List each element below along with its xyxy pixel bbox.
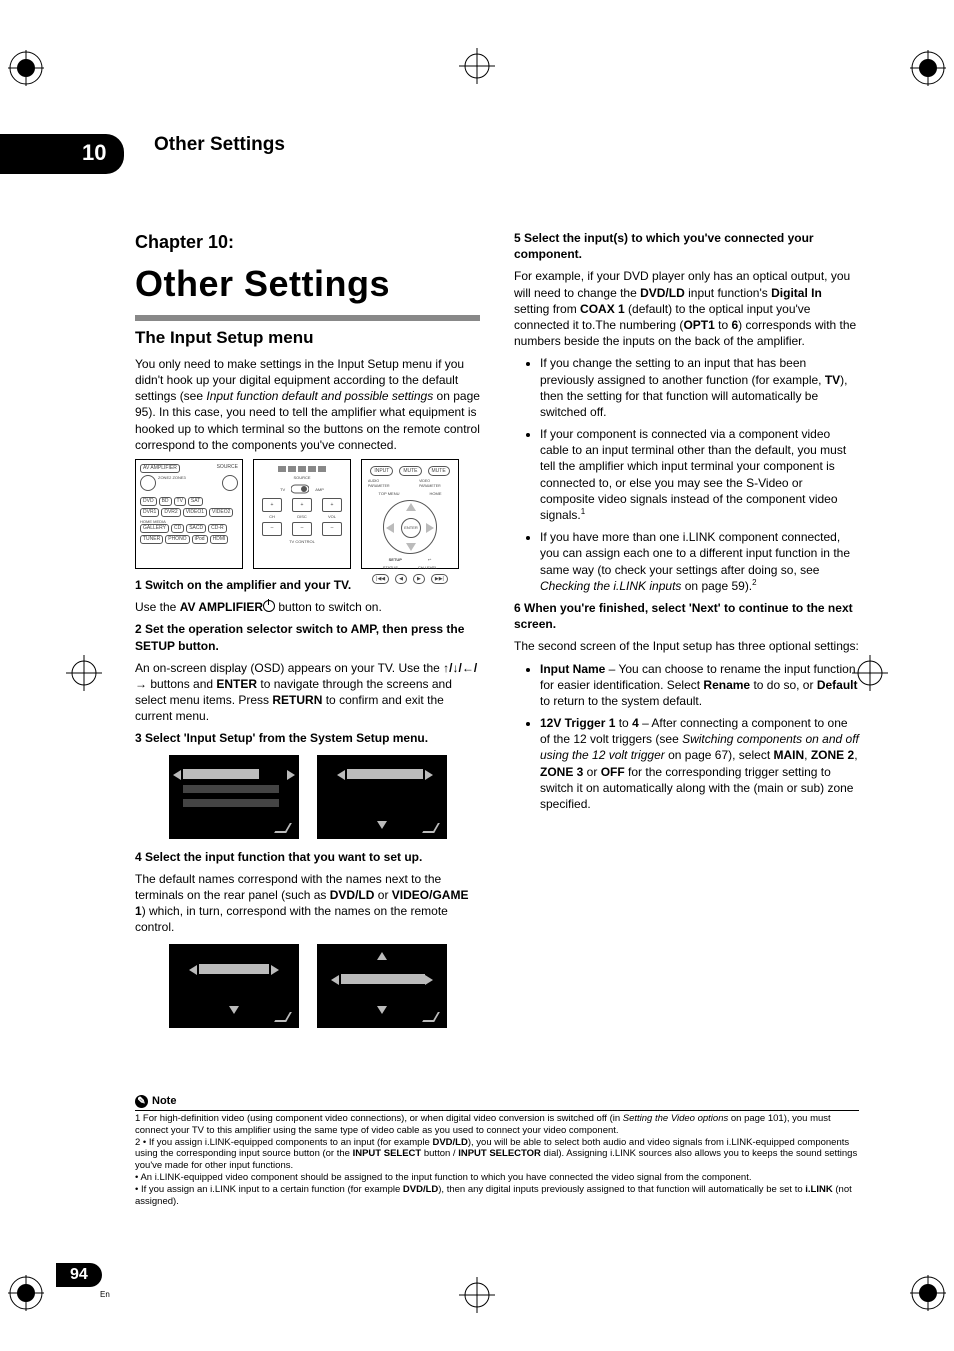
section-rule [135, 315, 480, 321]
chapter-number-tab: 10 [0, 134, 124, 174]
step-2-heading: 2 Set the operation selector switch to A… [135, 621, 480, 653]
header-row: Other Settings [140, 134, 884, 156]
selector-switch-icon [291, 483, 309, 495]
page: 10 Other Settings Chapter 10: Other Sett… [0, 0, 954, 1351]
list-item: 12V Trigger 1 to 4 – After connecting a … [540, 715, 859, 812]
remote-diagram-row: AV AMPLIFIERSOURCE ZONE2 ZONE3 DVDBDTVSA… [135, 459, 480, 569]
crop-mark-icon [66, 655, 102, 691]
remote-diagram-3: INPUTMUTEMUTE AUDIO PARAMETERVIDEO PARAM… [361, 459, 459, 569]
step-4-body: The default names correspond with the na… [135, 871, 480, 936]
left-column: Chapter 10: Other Settings The Input Set… [135, 230, 480, 1038]
crop-mark-icon [459, 1277, 495, 1313]
remote-diagram-2: SOURCE TV AMP +CH– +DISC– +VOL– TV CONTR… [253, 459, 351, 569]
step-4-heading: 4 Select the input function that you wan… [135, 849, 480, 865]
footnote-2a: 2 • If you assign i.LINK-equipped compon… [135, 1137, 859, 1173]
step-3-heading: 3 Select 'Input Setup' from the System S… [135, 730, 480, 746]
osd-diagram-row-1 [135, 755, 480, 839]
page-language: En [100, 1290, 110, 1299]
osd-diagram-row-2 [135, 944, 480, 1028]
footnote-2b: • An i.LINK-equipped video component sho… [135, 1172, 859, 1184]
registration-mark-icon [8, 50, 44, 86]
section-heading: The Input Setup menu [135, 327, 480, 350]
step-1-body: Use the AV AMPLIFIER button to switch on… [135, 599, 480, 615]
right-column: 5 Select the input(s) to which you've co… [514, 230, 859, 1038]
osd-screen [317, 755, 447, 839]
osd-screen [169, 944, 299, 1028]
step-6-bullets: Input Name – You can choose to rename th… [514, 661, 859, 813]
chapter-title: Other Settings [135, 260, 480, 309]
page-number: 94 [56, 1263, 102, 1287]
intro-paragraph: You only need to make settings in the In… [135, 356, 480, 453]
registration-mark-icon [910, 1275, 946, 1311]
list-item: Input Name – You can choose to rename th… [540, 661, 859, 710]
note-icon: ✎ [135, 1095, 148, 1108]
registration-mark-icon [910, 50, 946, 86]
footnote-2c: • If you assign an i.LINK input to a cer… [135, 1184, 859, 1208]
step-2-body: An on-screen display (OSD) appears on yo… [135, 660, 480, 725]
list-item: If you change the setting to an input th… [540, 355, 859, 420]
footnotes: ✎Note 1 For high-definition video (using… [135, 1095, 859, 1208]
crop-mark-icon [459, 48, 495, 84]
dpad-icon: ENTER [383, 500, 437, 554]
step-5-heading: 5 Select the input(s) to which you've co… [514, 230, 859, 262]
power-icon [140, 475, 156, 491]
step-6-heading: 6 When you're finished, select 'Next' to… [514, 600, 859, 632]
remote-diagram-1: AV AMPLIFIERSOURCE ZONE2 ZONE3 DVDBDTVSA… [135, 459, 243, 569]
power-icon [263, 600, 275, 612]
note-label: ✎Note [135, 1095, 176, 1109]
return-icon: ↩ [428, 557, 431, 562]
running-head: Other Settings [154, 134, 285, 156]
osd-screen [317, 944, 447, 1028]
list-item: If your component is connected via a com… [540, 426, 859, 523]
content-columns: Chapter 10: Other Settings The Input Set… [135, 230, 859, 1038]
osd-screen [169, 755, 299, 839]
step-5-body: For example, if your DVD player only has… [514, 268, 859, 349]
step-6-body: The second screen of the Input setup has… [514, 638, 859, 654]
step-5-bullets: If you change the setting to an input th… [514, 355, 859, 594]
list-item: If you have more than one i.LINK compone… [540, 529, 859, 594]
footnote-1: 1 For high-definition video (using compo… [135, 1113, 859, 1137]
registration-mark-icon [8, 1275, 44, 1311]
chapter-label: Chapter 10: [135, 230, 480, 254]
